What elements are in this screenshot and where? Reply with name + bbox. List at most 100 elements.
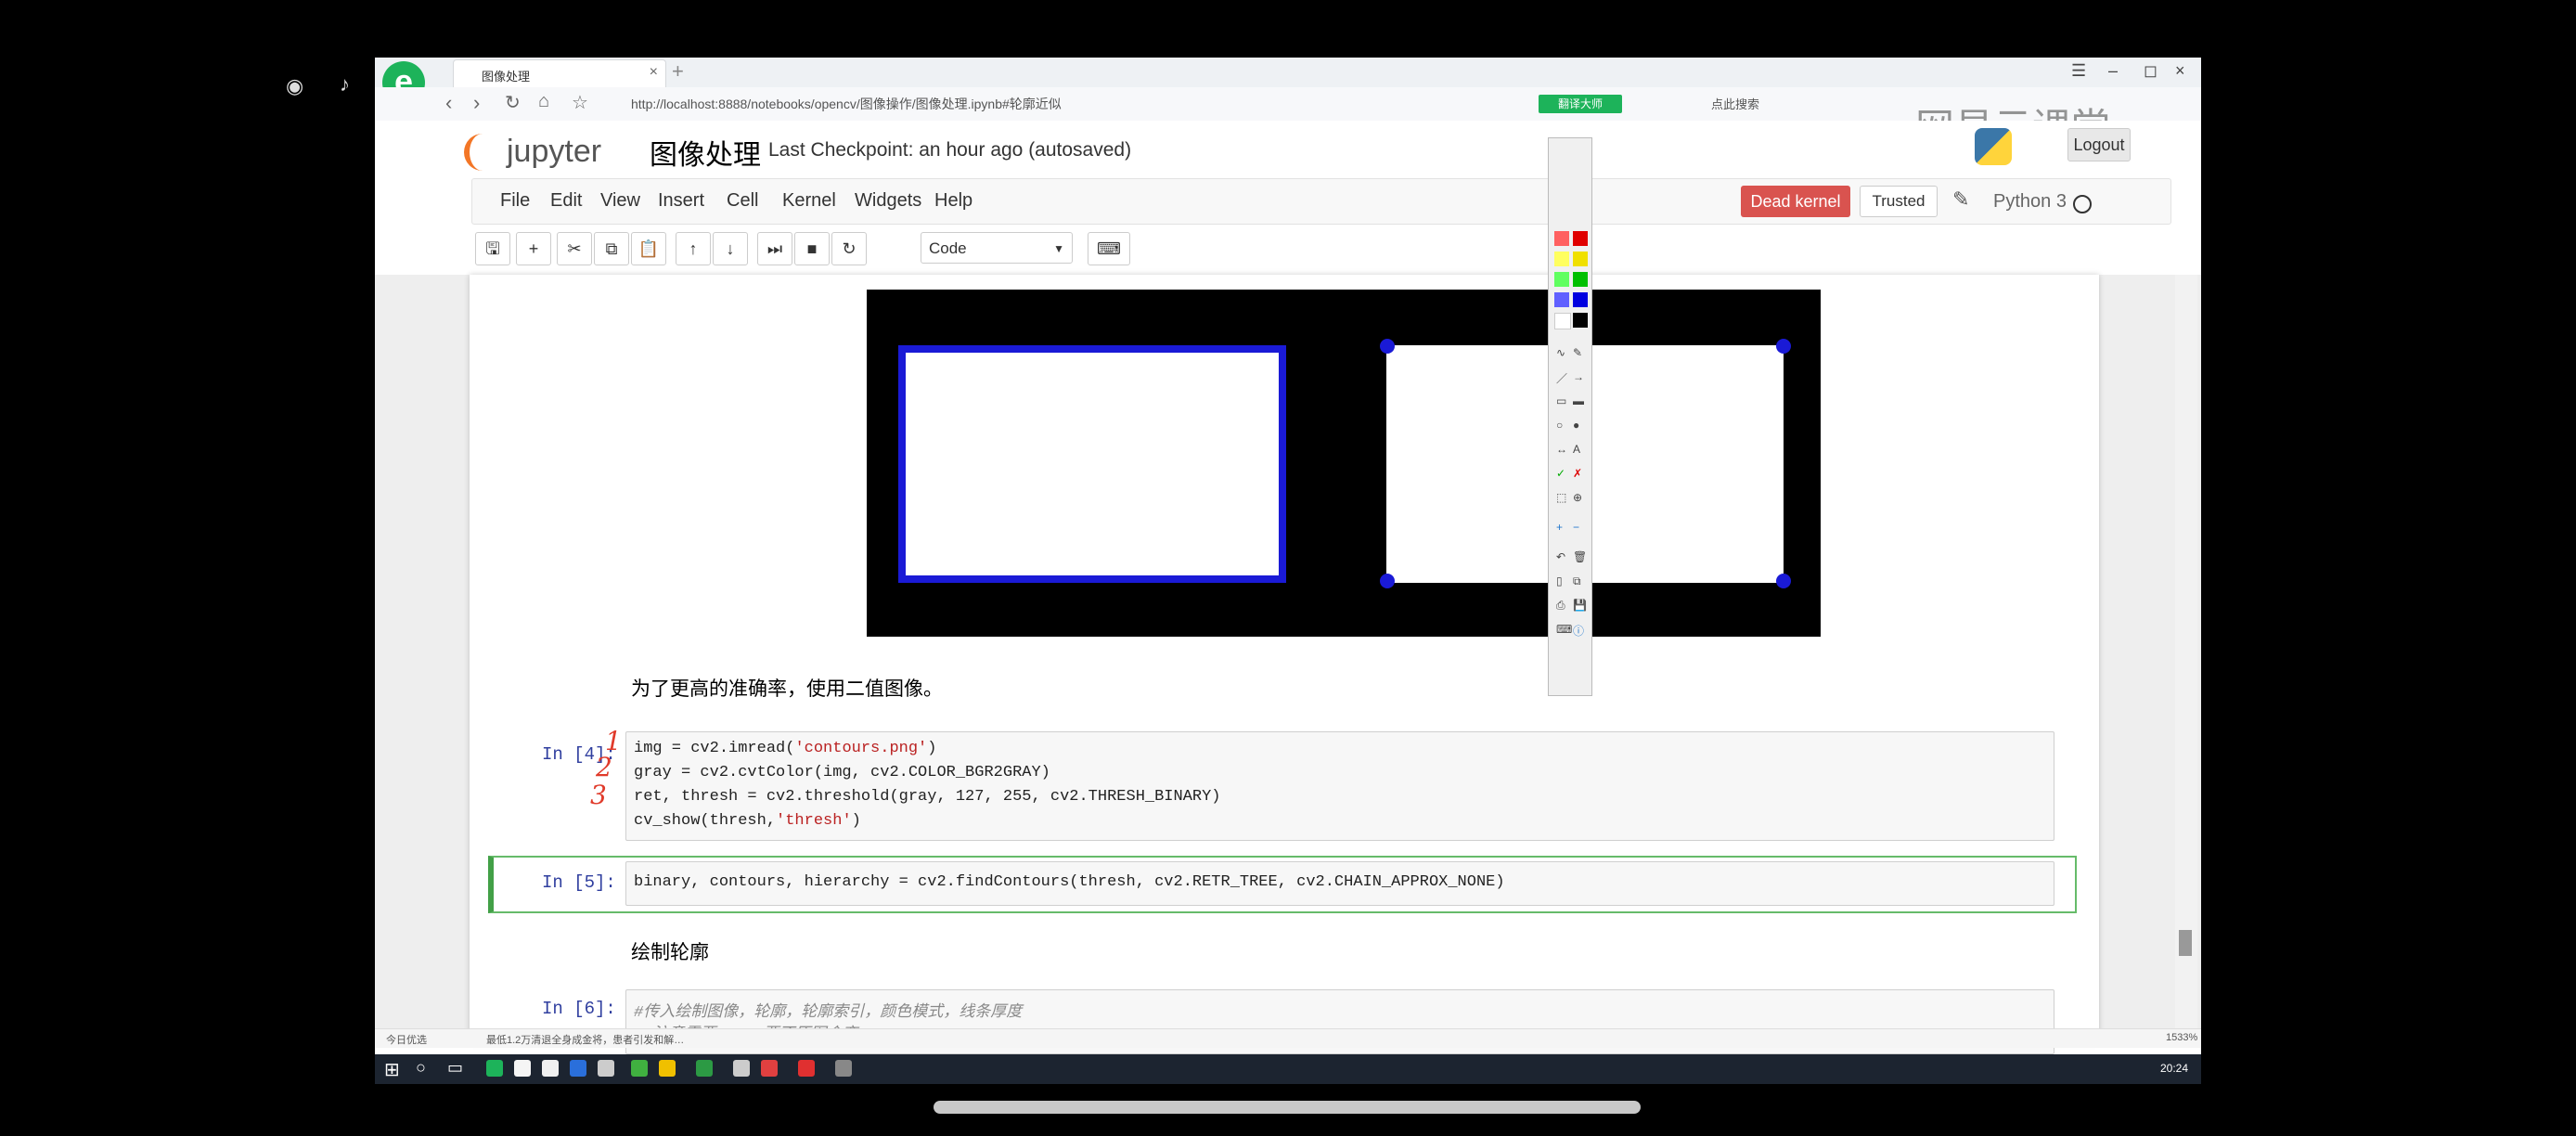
restart-icon[interactable]: ↻ xyxy=(831,232,867,265)
new-tab-icon[interactable]: + xyxy=(672,59,684,84)
taskbar-app-icon[interactable] xyxy=(631,1060,648,1077)
menu-insert[interactable]: Insert xyxy=(658,190,704,212)
filled-ellipse-tool-icon[interactable]: ● xyxy=(1573,419,1579,432)
line-tool-icon[interactable]: ／ xyxy=(1556,370,1567,386)
logout-button[interactable]: Logout xyxy=(2067,128,2131,161)
dead-kernel-badge[interactable]: Dead kernel xyxy=(1741,186,1850,217)
color-swatch[interactable] xyxy=(1573,313,1588,328)
info-icon[interactable]: ⓘ xyxy=(1573,623,1584,639)
run-icon[interactable]: ⏭ xyxy=(757,232,792,265)
color-swatch[interactable] xyxy=(1573,252,1588,266)
zoom-tool-icon[interactable]: ⊕ xyxy=(1573,491,1582,504)
start-icon[interactable]: ⊞ xyxy=(384,1058,400,1081)
cross-tool-icon[interactable]: ✗ xyxy=(1573,467,1582,480)
taskbar-app-icon[interactable] xyxy=(542,1060,559,1077)
trash-icon[interactable]: 🗑 xyxy=(1573,550,1587,563)
ellipse-tool-icon[interactable]: ○ xyxy=(1556,419,1563,432)
kernel-status-icon xyxy=(2073,195,2092,213)
color-swatch[interactable] xyxy=(1554,272,1569,287)
menu-cell[interactable]: Cell xyxy=(727,190,758,212)
menu-view[interactable]: View xyxy=(600,190,640,212)
taskbar-app-icon[interactable] xyxy=(570,1060,586,1077)
arrow-tool-icon[interactable]: → xyxy=(1573,370,1584,383)
copy-page-icon[interactable]: ⧉ xyxy=(1573,574,1581,588)
color-swatch[interactable] xyxy=(1573,272,1588,287)
color-swatch[interactable] xyxy=(1554,313,1571,329)
taskbar-app-icon[interactable] xyxy=(696,1060,713,1077)
print-icon[interactable]: ⎙ xyxy=(1556,599,1565,613)
taskbar-app-icon[interactable] xyxy=(798,1060,815,1077)
move-up-icon[interactable]: ↑ xyxy=(676,232,711,265)
taskbar-app-icon[interactable] xyxy=(761,1060,778,1077)
color-swatch[interactable] xyxy=(1573,292,1588,307)
menu-icon[interactable]: ☰ xyxy=(2071,61,2086,81)
minimize-icon[interactable]: – xyxy=(2108,61,2118,81)
minus-tool-icon[interactable]: − xyxy=(1573,521,1579,534)
keyboard-icon[interactable]: ⌨ xyxy=(1088,232,1130,265)
scrollbar-thumb[interactable] xyxy=(2179,930,2192,956)
select-tool-icon[interactable]: ⬚ xyxy=(1556,491,1566,504)
code-cell-5[interactable]: binary, contours, hierarchy = cv2.findCo… xyxy=(625,861,2054,906)
refresh-icon[interactable]: ↻ xyxy=(505,91,521,114)
forward-icon[interactable]: › xyxy=(473,91,480,115)
save-icon[interactable]: 🖫 xyxy=(475,232,510,265)
maximize-icon[interactable]: ◻ xyxy=(2144,61,2157,81)
search-link[interactable]: 点此搜索 xyxy=(1711,95,1759,112)
folder-icon[interactable] xyxy=(659,1060,676,1077)
paste-icon[interactable]: 📋 xyxy=(631,232,666,265)
translate-button[interactable]: 翻译大师 xyxy=(1539,95,1622,113)
code-cell-4[interactable]: img = cv2.imread('contours.png') gray = … xyxy=(625,731,2054,841)
taskbar-app-icon[interactable] xyxy=(514,1060,531,1077)
close-window-icon[interactable]: × xyxy=(2175,61,2185,81)
rectangle-tool-icon[interactable]: ▭ xyxy=(1556,394,1566,407)
menu-kernel[interactable]: Kernel xyxy=(782,190,836,212)
home-indicator[interactable] xyxy=(934,1101,1641,1114)
search-icon[interactable]: ○ xyxy=(416,1058,426,1078)
cut-icon[interactable]: ✂ xyxy=(557,232,592,265)
pencil-tool-icon[interactable]: ✎ xyxy=(1573,346,1582,359)
taskbar-app-icon[interactable] xyxy=(835,1060,852,1077)
task-view-icon[interactable]: ▭ xyxy=(447,1058,463,1078)
trusted-badge[interactable]: Trusted xyxy=(1860,186,1938,217)
save-icon[interactable]: 💾 xyxy=(1573,599,1587,612)
menu-file[interactable]: File xyxy=(500,190,530,212)
taskbar-app-icon[interactable] xyxy=(733,1060,750,1077)
clock[interactable]: 20:24 xyxy=(2160,1062,2188,1075)
zoom-level[interactable]: 1533% xyxy=(2166,1032,2197,1043)
text-tool-icon[interactable]: A xyxy=(1573,443,1580,456)
taskbar-app-icon[interactable] xyxy=(598,1060,614,1077)
add-cell-icon[interactable]: + xyxy=(516,232,551,265)
plus-tool-icon[interactable]: + xyxy=(1556,521,1563,534)
menu-edit[interactable]: Edit xyxy=(550,190,582,212)
filled-rect-tool-icon[interactable]: ▬ xyxy=(1573,394,1584,407)
copy-icon[interactable]: ⧉ xyxy=(594,232,629,265)
color-swatch[interactable] xyxy=(1573,231,1588,246)
code-line: ret, thresh = cv2.threshold(gray, 127, 2… xyxy=(634,788,1221,806)
cell-type-select[interactable]: Code ▼ xyxy=(921,232,1073,264)
menu-help[interactable]: Help xyxy=(934,190,972,212)
handwritten-annotation: 2 xyxy=(596,752,612,782)
browser-taskbar-icon[interactable] xyxy=(486,1060,503,1077)
browser-tab[interactable]: 图像处理 × xyxy=(453,59,666,88)
back-icon[interactable]: ‹ xyxy=(445,91,452,115)
home-icon[interactable]: ⌂ xyxy=(538,91,549,112)
close-tab-icon[interactable]: × xyxy=(650,64,658,81)
keyboard-icon[interactable]: ⌨ xyxy=(1556,623,1572,636)
notebook-name[interactable]: 图像处理 xyxy=(650,132,761,173)
check-tool-icon[interactable]: ✓ xyxy=(1556,467,1565,480)
status-news[interactable]: 最低1.2万清退全身成金将，患者引发和解… xyxy=(486,1032,684,1047)
edit-pencil-icon[interactable]: ✎ xyxy=(1952,187,1969,212)
color-swatch[interactable] xyxy=(1554,231,1569,246)
scrollbar[interactable] xyxy=(2175,275,2197,1043)
stop-icon[interactable]: ■ xyxy=(794,232,830,265)
menu-widgets[interactable]: Widgets xyxy=(855,190,921,212)
favorite-icon[interactable]: ☆ xyxy=(572,91,588,114)
status-left[interactable]: 今日优选 xyxy=(386,1032,427,1047)
pen-tool-icon[interactable]: ∿ xyxy=(1556,346,1565,359)
color-swatch[interactable] xyxy=(1554,292,1569,307)
move-down-icon[interactable]: ↓ xyxy=(713,232,748,265)
color-swatch[interactable] xyxy=(1554,252,1569,266)
measure-tool-icon[interactable]: ↔ xyxy=(1556,443,1567,456)
undo-icon[interactable]: ↶ xyxy=(1556,550,1565,563)
new-page-icon[interactable]: ▯ xyxy=(1556,574,1563,587)
